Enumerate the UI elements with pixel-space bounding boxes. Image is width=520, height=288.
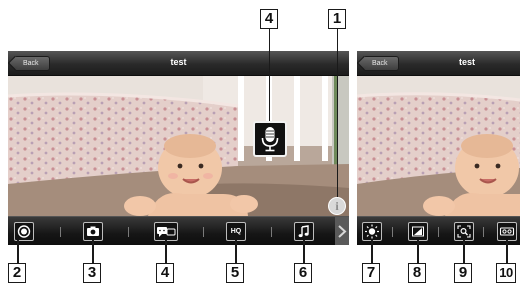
music-note-icon xyxy=(298,225,309,238)
toolbar-divider xyxy=(483,227,484,237)
signal-icon xyxy=(412,226,424,237)
right-screen-title: test xyxy=(458,57,475,67)
info-button[interactable]: i xyxy=(328,197,346,215)
leader-line xyxy=(417,240,419,263)
leader-line xyxy=(303,240,305,263)
callout-4-top: 4 xyxy=(260,9,278,29)
snapshot-button[interactable] xyxy=(83,222,103,241)
left-title-bar: Back test xyxy=(8,51,349,76)
leader-line xyxy=(268,29,270,121)
quality-hq-button[interactable]: HQ xyxy=(226,222,246,241)
callout-6: 6 xyxy=(294,263,312,283)
zoom-button[interactable] xyxy=(454,222,474,241)
left-app-screen: Back test HQ xyxy=(8,51,349,245)
right-app-screen: Back test xyxy=(357,51,520,245)
toolbar-divider xyxy=(271,227,272,237)
next-toolbar-button[interactable] xyxy=(335,217,349,245)
leader-line xyxy=(92,240,94,263)
callout-9: 9 xyxy=(454,263,472,283)
microphone-icon xyxy=(261,127,279,152)
toolbar-divider xyxy=(128,227,129,237)
leader-line xyxy=(17,240,19,263)
callout-8: 8 xyxy=(408,263,426,283)
brightness-icon xyxy=(365,224,379,239)
zoom-icon xyxy=(457,225,471,238)
leader-line xyxy=(336,29,338,197)
microphone-overlay-button[interactable] xyxy=(253,121,287,157)
talk-button[interactable] xyxy=(154,222,178,241)
callout-2: 2 xyxy=(8,263,26,283)
right-back-button[interactable]: Back xyxy=(363,56,399,71)
toolbar-divider xyxy=(438,227,439,237)
hq-icon: HQ xyxy=(230,228,242,235)
callout-10: 10 xyxy=(496,263,516,283)
right-toolbar xyxy=(357,216,520,245)
leader-line xyxy=(235,240,237,263)
toolbar-divider xyxy=(392,227,393,237)
left-screen-title: test xyxy=(170,57,187,67)
record-icon xyxy=(17,225,31,238)
leader-line xyxy=(506,240,508,263)
manual-illustration: Back test HQ i Back test 4 1 2 3 4 5 6 7… xyxy=(0,0,520,288)
left-toolbar: HQ xyxy=(8,216,349,245)
right-video-image xyxy=(357,76,520,216)
callout-3: 3 xyxy=(83,263,101,283)
music-button[interactable] xyxy=(294,222,314,241)
callout-7: 7 xyxy=(362,263,380,283)
leader-line xyxy=(463,240,465,263)
callout-4-bottom: 4 xyxy=(156,263,174,283)
playback-icon xyxy=(499,227,515,236)
left-video-image xyxy=(8,76,349,216)
left-video-feed xyxy=(8,76,349,216)
right-title-bar: Back test xyxy=(357,51,520,76)
toolbar-divider xyxy=(60,227,61,237)
toolbar-divider xyxy=(203,227,204,237)
leader-line xyxy=(165,240,167,263)
callout-5: 5 xyxy=(226,263,244,283)
record-button[interactable] xyxy=(14,222,34,241)
info-icon: i xyxy=(335,199,339,213)
leader-line xyxy=(371,240,373,263)
brightness-button[interactable] xyxy=(362,222,382,241)
callout-1: 1 xyxy=(328,9,346,29)
right-video-feed xyxy=(357,76,520,216)
playback-button[interactable] xyxy=(497,222,517,241)
talk-icon xyxy=(157,227,176,237)
chevron-right-icon xyxy=(338,225,347,238)
camera-icon xyxy=(87,226,99,236)
signal-button[interactable] xyxy=(408,222,428,241)
